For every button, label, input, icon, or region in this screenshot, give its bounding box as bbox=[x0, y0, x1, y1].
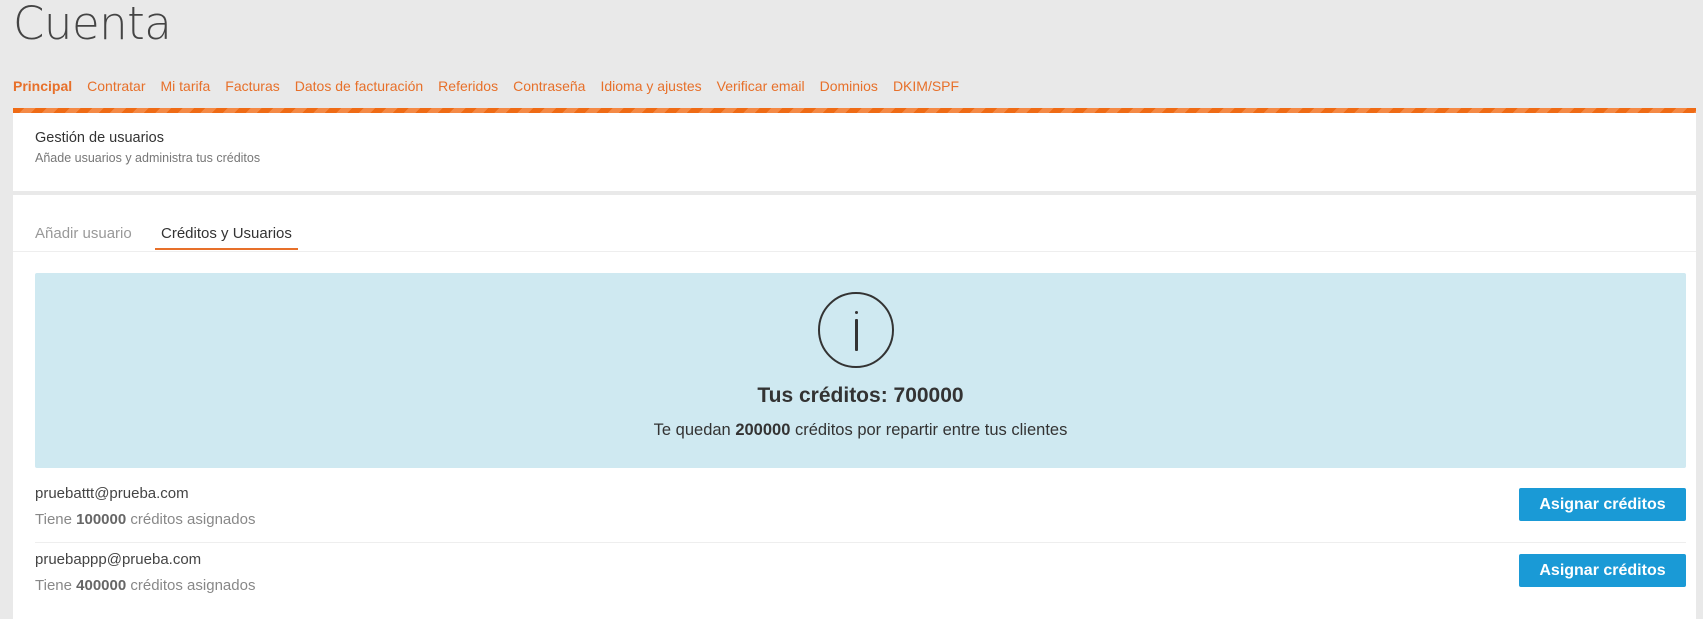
info-icon-dot bbox=[855, 311, 858, 314]
nav-principal[interactable]: Principal bbox=[13, 78, 72, 94]
user-email: pruebattt@prueba.com bbox=[35, 485, 189, 502]
assign-credits-button[interactable]: Asignar créditos bbox=[1519, 488, 1686, 521]
user-row: pruebattt@prueba.com Tiene 100000 crédit… bbox=[35, 477, 1686, 543]
page-title: Cuenta bbox=[13, 0, 172, 50]
nav-dominios[interactable]: Dominios bbox=[820, 78, 878, 94]
section-header: Gestión de usuarios Añade usuarios y adm… bbox=[13, 113, 1696, 191]
assign-credits-button[interactable]: Asignar créditos bbox=[1519, 554, 1686, 587]
nav-idioma-ajustes[interactable]: Idioma y ajustes bbox=[600, 78, 701, 94]
nav-mi-tarifa[interactable]: Mi tarifa bbox=[161, 78, 211, 94]
tab-bar: Añadir usuario Créditos y Usuarios bbox=[13, 195, 1696, 252]
nav-datos-facturacion[interactable]: Datos de facturación bbox=[295, 78, 423, 94]
credits-total: Tus créditos: 700000 bbox=[757, 384, 964, 407]
section-title: Gestión de usuarios bbox=[35, 130, 164, 146]
credits-panel: Añadir usuario Créditos y Usuarios Tus c… bbox=[13, 195, 1696, 619]
nav-dkim-spf[interactable]: DKIM/SPF bbox=[893, 78, 959, 94]
info-icon-stem bbox=[855, 319, 858, 351]
credits-remaining-amount: 200000 bbox=[735, 421, 791, 439]
user-assigned-credits: Tiene 400000 créditos asignados bbox=[35, 577, 256, 594]
nav-contrasena[interactable]: Contraseña bbox=[513, 78, 585, 94]
credits-remaining: Te quedan 200000 créditos por repartir e… bbox=[653, 421, 1068, 439]
user-email: pruebappp@prueba.com bbox=[35, 551, 202, 568]
account-nav: Principal Contratar Mi tarifa Facturas D… bbox=[13, 78, 974, 94]
nav-facturas[interactable]: Facturas bbox=[225, 78, 279, 94]
nav-verificar-email[interactable]: Verificar email bbox=[717, 78, 805, 94]
info-circle-icon bbox=[818, 292, 894, 368]
section-subtitle: Añade usuarios y administra tus créditos bbox=[35, 151, 261, 165]
user-row: pruebappp@prueba.com Tiene 400000 crédit… bbox=[35, 543, 1686, 608]
nav-referidos[interactable]: Referidos bbox=[438, 78, 498, 94]
credits-info-box: Tus créditos: 700000 Te quedan 200000 cr… bbox=[35, 273, 1686, 468]
tab-add-user[interactable]: Añadir usuario bbox=[29, 225, 138, 248]
user-assigned-credits: Tiene 100000 créditos asignados bbox=[35, 511, 256, 528]
nav-contratar[interactable]: Contratar bbox=[87, 78, 145, 94]
tab-credits-users[interactable]: Créditos y Usuarios bbox=[155, 225, 298, 250]
